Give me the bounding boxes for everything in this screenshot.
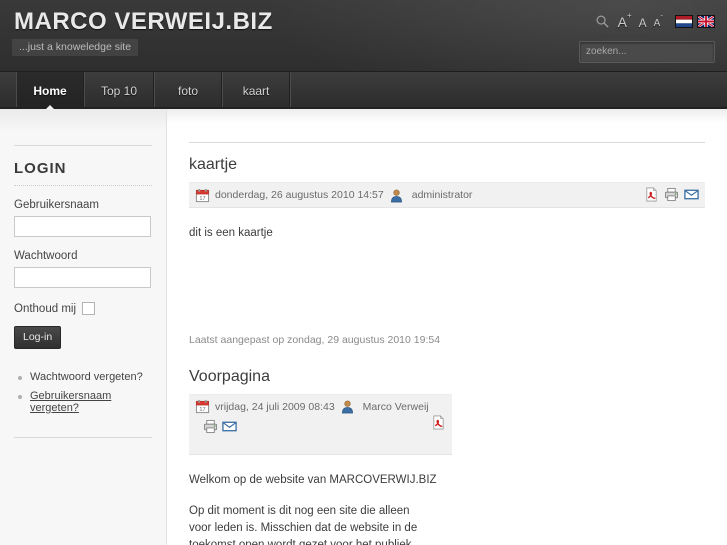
pdf-icon[interactable]	[644, 187, 659, 202]
article-author: administrator	[411, 189, 473, 201]
article-actions	[644, 187, 699, 202]
nav-item-foto[interactable]: foto	[154, 72, 223, 109]
font-decrease-button[interactable]: A-	[654, 12, 663, 29]
print-icon[interactable]	[203, 419, 218, 434]
username-label: Gebruikersnaam	[14, 199, 100, 211]
main-content: kaartje 17 donderdag, 26 augustus 2010 1…	[167, 109, 727, 545]
password-label: Wachtwoord	[14, 250, 78, 262]
article-actions	[203, 419, 237, 434]
user-icon	[389, 188, 404, 203]
article-paragraph: Welkom op de website van MARCOVERWIJ.BIZ	[189, 474, 437, 486]
language-switcher	[675, 15, 715, 28]
calendar-icon: 17	[195, 188, 210, 203]
nav-filler	[290, 72, 727, 109]
nav-item-top10[interactable]: Top 10	[84, 72, 155, 109]
login-help-links: Wachtwoord vergeten? Gebruikersnaam verg…	[14, 371, 152, 414]
page-body: LOGIN Gebruikersnaam Wachtwoord Onthoud …	[0, 109, 727, 545]
username-input[interactable]	[14, 216, 151, 237]
page-root: MARCO VERWEIJ.BIZ ...just a knoweledge s…	[0, 0, 727, 545]
site-slogan: ...just a knoweledge site	[12, 39, 139, 56]
login-button[interactable]: Log-in	[14, 326, 62, 349]
article-paragraph: Op dit moment is dit nog een site die al…	[189, 505, 418, 545]
font-reset-button[interactable]: A	[639, 17, 647, 29]
calendar-icon: 17	[195, 399, 210, 414]
forgot-password-link[interactable]: Wachtwoord vergeten?	[30, 371, 143, 383]
article-meta: 17 donderdag, 26 augustus 2010 14:57 adm…	[189, 182, 705, 208]
article-meta: 17 vrijdag, 24 juli 2009 08:43 Marco Ver…	[189, 394, 452, 455]
password-input[interactable]	[14, 267, 151, 288]
article-spacer	[189, 256, 705, 334]
article-body: dit is een kaartje	[189, 225, 705, 242]
site-header: MARCO VERWEIJ.BIZ ...just a knoweledge s…	[0, 0, 727, 72]
sidebar: LOGIN Gebruikersnaam Wachtwoord Onthoud …	[0, 109, 167, 545]
email-icon[interactable]	[684, 187, 699, 202]
article-actions-secondary	[431, 415, 446, 430]
nav-item-kaart[interactable]: kaart	[222, 72, 291, 109]
article-author: Marco Verweij	[362, 400, 429, 413]
article-date: vrijdag, 24 juli 2009 08:43	[215, 400, 335, 413]
print-icon[interactable]	[664, 187, 679, 202]
sidebar-divider-bottom	[14, 437, 152, 438]
article-meta-left: 17 vrijdag, 24 juli 2009 08:43 Marco Ver…	[195, 399, 446, 434]
site-title: MARCO VERWEIJ.BIZ	[14, 8, 273, 35]
svg-text:17: 17	[199, 196, 205, 202]
content-divider-top	[189, 142, 705, 143]
search-icon[interactable]	[595, 14, 610, 29]
main-navigation: Home Top 10 foto kaart	[0, 72, 727, 110]
remember-me-row: Onthoud mij	[14, 302, 152, 315]
header-tools: A+ A A-	[595, 11, 715, 29]
article-last-modified: Laatst aangepast op zondag, 29 augustus …	[189, 334, 441, 346]
list-item: Gebruikersnaam vergeten?	[18, 390, 152, 414]
forgot-username-link[interactable]: Gebruikersnaam vergeten?	[30, 390, 111, 414]
sidebar-divider-top	[14, 145, 152, 146]
article-meta-left: 17 donderdag, 26 augustus 2010 14:57 adm…	[195, 188, 472, 203]
remember-me-label: Onthoud mij	[14, 302, 77, 315]
article-title[interactable]: Voorpagina	[189, 368, 705, 386]
font-increase-button[interactable]: A+	[618, 11, 632, 28]
article-kaartje: kaartje 17 donderdag, 26 augustus 2010 1…	[189, 156, 705, 346]
article-title[interactable]: kaartje	[189, 156, 705, 174]
content-top-shade	[167, 109, 727, 123]
article-paragraph: dit is een kaartje	[189, 227, 273, 239]
list-item: Wachtwoord vergeten?	[18, 371, 152, 383]
article-voorpagina: Voorpagina 17 vrijdag, 24 juli 2009 08:4…	[189, 368, 705, 545]
user-icon	[340, 399, 355, 414]
nav-item-home[interactable]: Home	[16, 72, 84, 110]
search-input[interactable]	[579, 41, 715, 63]
svg-text:17: 17	[199, 407, 205, 413]
article-date: donderdag, 26 augustus 2010 14:57	[215, 189, 384, 201]
pdf-icon[interactable]	[431, 415, 446, 430]
flag-united-kingdom-icon[interactable]	[697, 15, 715, 28]
email-icon[interactable]	[222, 419, 237, 434]
article-body: Welkom op de website van MARCOVERWIJ.BIZ…	[189, 472, 705, 545]
remember-me-checkbox[interactable]	[82, 302, 96, 315]
flag-netherlands-icon[interactable]	[675, 15, 693, 28]
font-size-controls: A+ A A-	[618, 11, 663, 29]
login-module-title: LOGIN	[14, 160, 152, 186]
